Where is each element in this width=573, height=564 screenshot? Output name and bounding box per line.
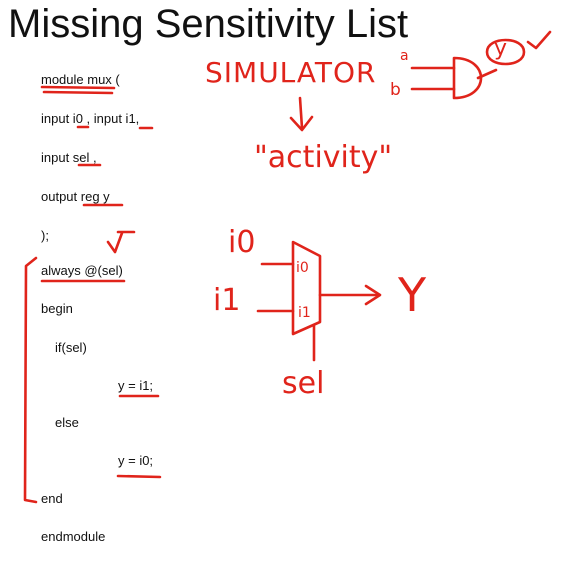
check-mark-icon [106,231,124,254]
underline-y-i0 [116,474,162,479]
underline-module-mux-2 [42,90,114,95]
gate-output-check-icon [526,30,552,50]
down-arrow-icon [298,96,304,130]
handwritten-strokes [23,30,552,504]
mux-body [291,240,322,336]
underline-module-mux [40,85,116,90]
always-block-bracket [23,256,38,504]
gate-output-circle [485,38,526,66]
slide: Missing Sensitivity List module mux ( in… [0,0,573,564]
